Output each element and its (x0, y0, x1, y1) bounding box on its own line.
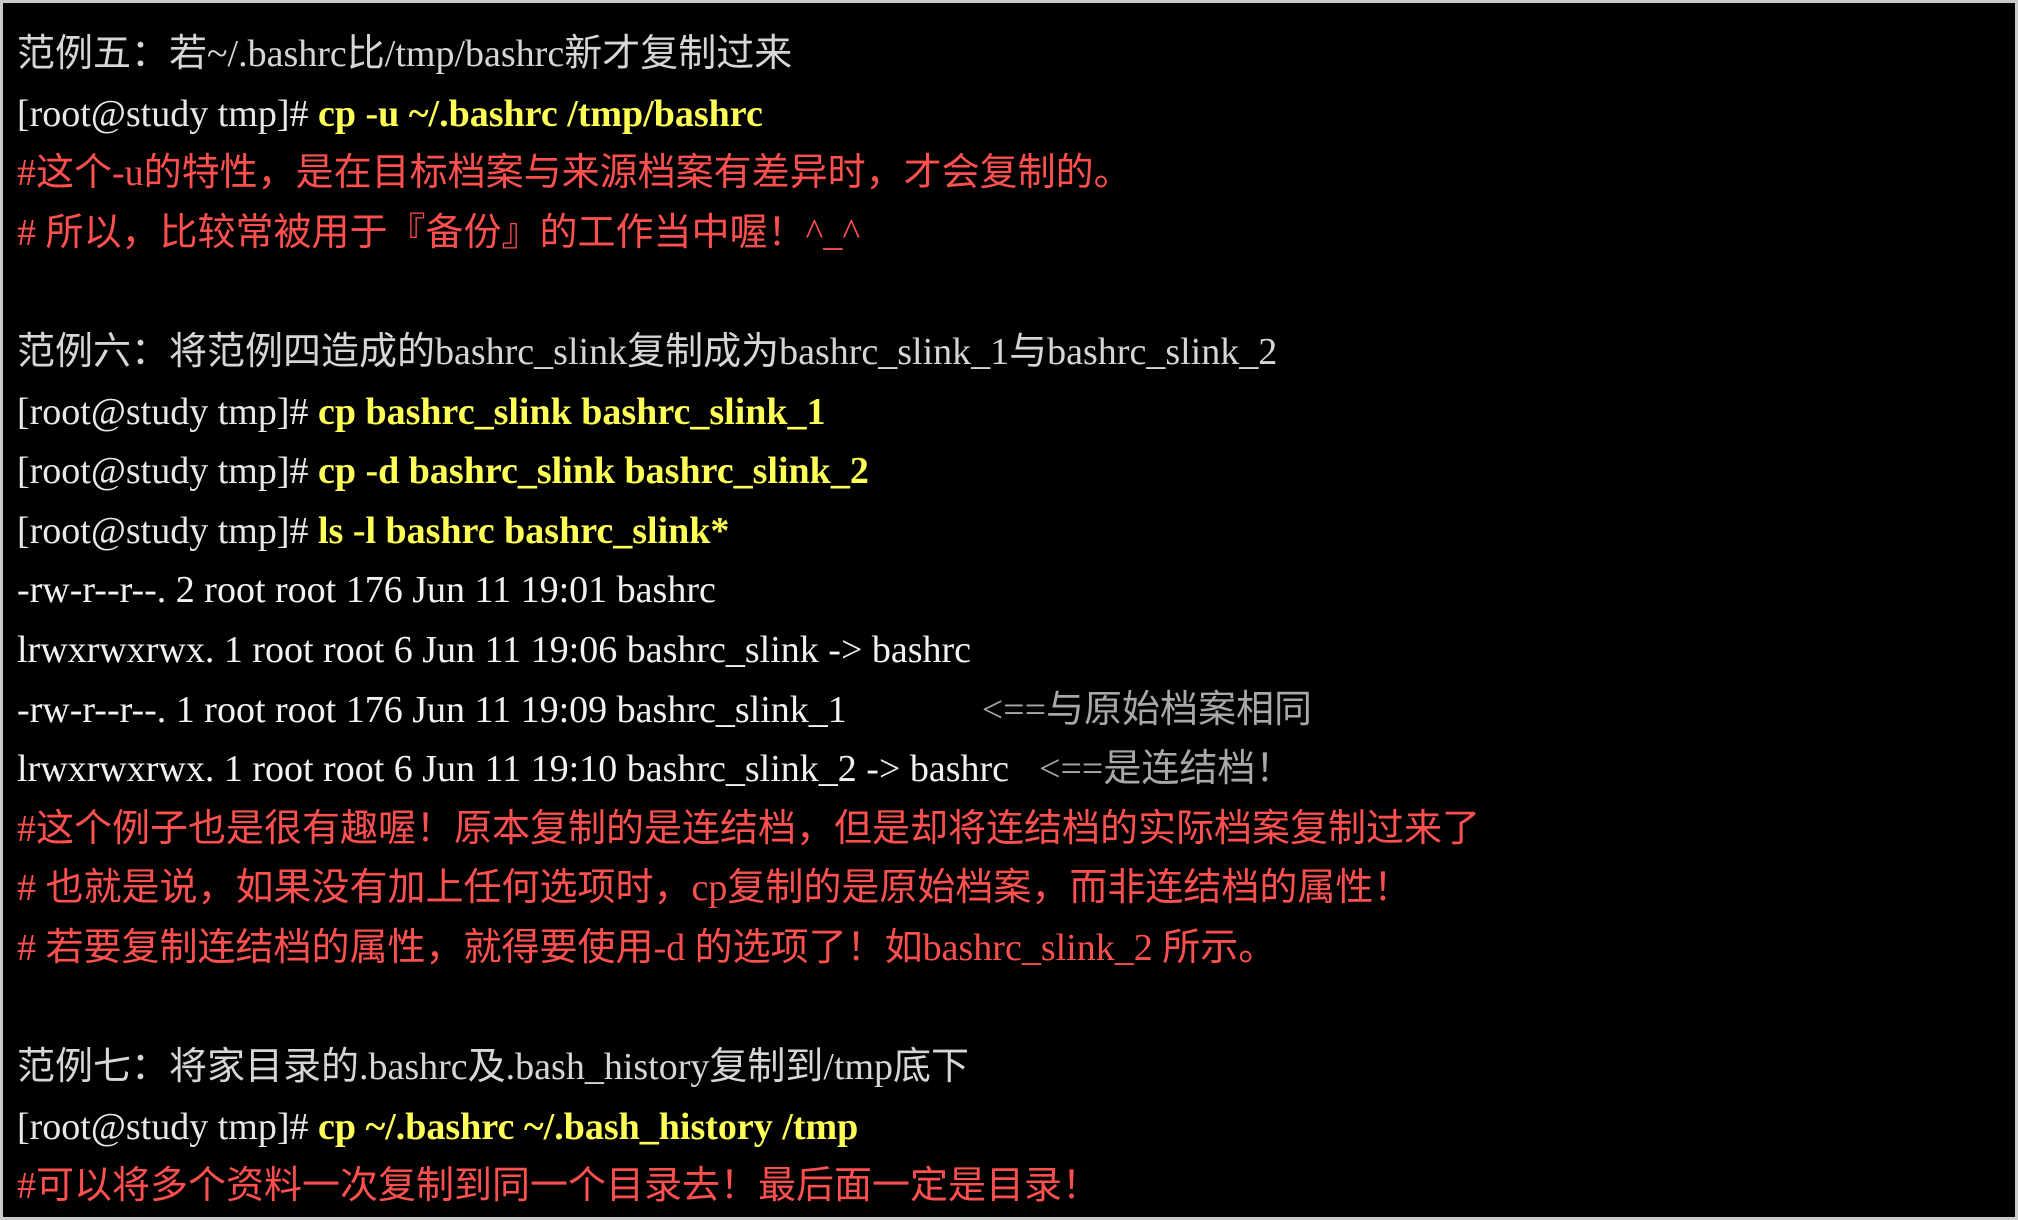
ls-output-text: -rw-r--r--. 1 root root 176 Jun 11 19:09… (17, 688, 847, 731)
shell-prompt: [root@study tmp]# (17, 509, 318, 552)
command-text: cp ~/.bashrc ~/.bash_history /tmp (317, 1105, 859, 1148)
example5-command-line-1: [root@study tmp]# cp -u ~/.bashrc /tmp/b… (17, 85, 2005, 145)
example5-heading: 范例五：若~/.bashrc比/tmp/bashrc新才复制过来 (17, 33, 793, 75)
example6-comment-2: # 也就是说，如果没有加上任何选项时，cp复制的是原始档案，而非连结档的属性！ (17, 867, 1412, 910)
command-text: cp -d bashrc_slink bashrc_slink_2 (317, 450, 869, 493)
shell-prompt: [root@study tmp]# (17, 450, 318, 493)
ls-output-line-4: lrwxrwxrwx. 1 root root 6 Jun 11 19:10 b… (17, 740, 2005, 800)
example7-command-line-1: [root@study tmp]# cp ~/.bashrc ~/.bash_h… (17, 1098, 2005, 1158)
annotation-same-as-original: <==与原始档案相同 (981, 688, 1313, 731)
shell-prompt: [root@study tmp]# (17, 1105, 318, 1148)
shell-prompt: [root@study tmp]# (17, 390, 318, 433)
example6-comment-3: # 若要复制连结档的属性，就得要使用-d 的选项了！如bashrc_slink_… (17, 926, 1277, 969)
example6-command-line-2: [root@study tmp]# cp -d bashrc_slink bas… (17, 442, 2005, 502)
ls-output-text: lrwxrwxrwx. 1 root root 6 Jun 11 19:10 b… (17, 748, 1010, 791)
example6-command-line-1: [root@study tmp]# cp bashrc_slink bashrc… (17, 383, 2005, 443)
example5-comment-2: # 所以，比较常被用于『备份』的工作当中喔！^_^ (17, 211, 861, 254)
command-text: cp bashrc_slink bashrc_slink_1 (317, 390, 826, 433)
command-text: cp -u ~/.bashrc /tmp/bashrc (317, 92, 763, 135)
example6-heading: 范例六：将范例四造成的bashrc_slink复制成为bashrc_slink_… (17, 330, 1278, 373)
ls-output-line-3: -rw-r--r--. 1 root root 176 Jun 11 19:09… (17, 681, 2005, 741)
example7-comment-1: #可以将多个资料一次复制到同一个目录去！最后面一定是目录！ (17, 1165, 1101, 1208)
command-text: ls -l bashrc bashrc_slink* (317, 509, 730, 552)
shell-prompt: [root@study tmp]# (17, 92, 318, 135)
example6-comment-1: #这个例子也是很有趣喔！原本复制的是连结档，但是却将连结档的实际档案复制过来了 (17, 807, 1481, 850)
ls-output-line-1: -rw-r--r--. 2 root root 176 Jun 11 19:01… (17, 569, 716, 612)
example6-command-line-3: [root@study tmp]# ls -l bashrc bashrc_sl… (17, 502, 2005, 562)
terminal-output: 范例五：若~/.bashrc比/tmp/bashrc新才复制过来 [root@s… (17, 25, 2005, 1217)
terminal-window[interactable]: 范例五：若~/.bashrc比/tmp/bashrc新才复制过来 [root@s… (0, 0, 2018, 1220)
example7-heading: 范例七：将家目录的.bashrc及.bash_history复制到/tmp底下 (17, 1046, 970, 1089)
ls-output-line-2: lrwxrwxrwx. 1 root root 6 Jun 11 19:06 b… (17, 628, 972, 671)
annotation-is-link: <==是连结档！ (1039, 748, 1294, 791)
example5-comment-1: #这个-u的特性，是在目标档案与来源档案有差异时，才会复制的。 (17, 152, 1132, 195)
